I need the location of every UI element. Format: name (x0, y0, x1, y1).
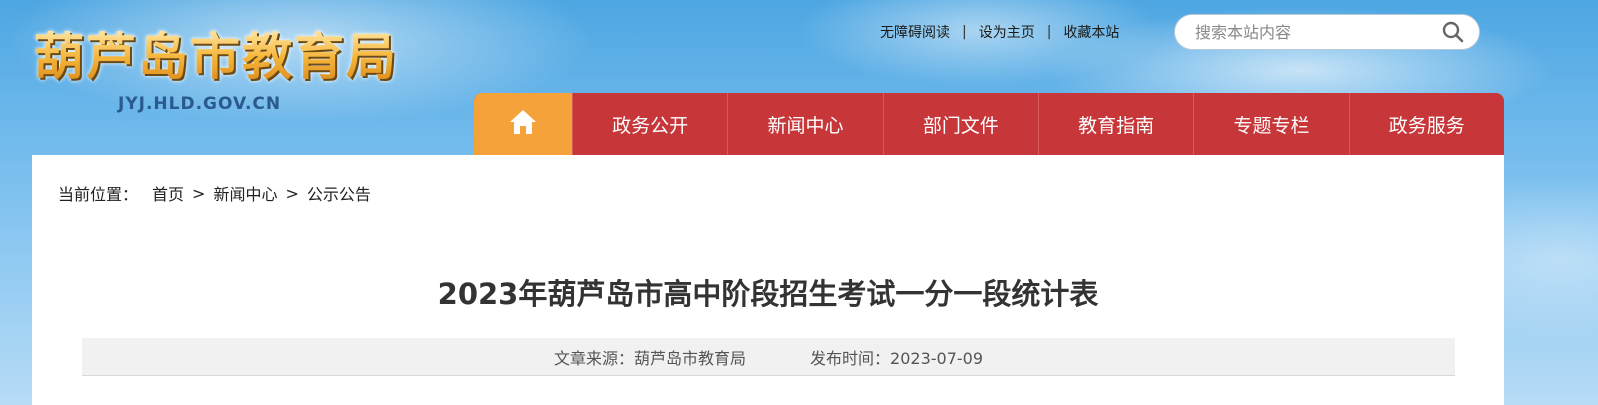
accessibility-link[interactable]: 无障碍阅读 (880, 22, 950, 42)
separator: | (962, 24, 967, 40)
date-value: 2023-07-09 (890, 348, 984, 368)
source-value: 葫芦岛市教育局 (634, 348, 747, 368)
source-label: 文章来源： (553, 348, 634, 368)
logo-domain: JYJ.HLD.GOV.CN (118, 94, 282, 114)
main-nav: 政务公开 新闻中心 部门文件 教育指南 专题专栏 政务服务 (474, 93, 1504, 155)
nav-item-news-center[interactable]: 新闻中心 (727, 93, 882, 155)
nav-item-special-topics[interactable]: 专题专栏 (1193, 93, 1348, 155)
breadcrumb: 当前位置： 首页 > 新闻中心 > 公示公告 (58, 181, 371, 205)
article-date: 发布时间：2023-07-09 (810, 345, 983, 369)
nav-item-government-services[interactable]: 政务服务 (1348, 93, 1504, 155)
nav-item-government-affairs[interactable]: 政务公开 (572, 93, 727, 155)
search-input[interactable] (1195, 22, 1441, 42)
home-icon (508, 108, 538, 140)
nav-item-education-guide[interactable]: 教育指南 (1037, 93, 1193, 155)
breadcrumb-separator: > (192, 183, 206, 203)
breadcrumb-home[interactable]: 首页 (152, 181, 184, 205)
article-title: 2023年葫芦岛市高中阶段招生考试一分一段统计表 (437, 277, 1099, 311)
article-source: 文章来源：葫芦岛市教育局 (554, 345, 746, 369)
content-panel: 当前位置： 首页 > 新闻中心 > 公示公告 2023年葫芦岛市高中阶段招生考试… (32, 155, 1504, 405)
article-meta: 文章来源：葫芦岛市教育局 发布时间：2023-07-09 (82, 338, 1455, 376)
search-box (1174, 14, 1480, 50)
date-label: 发布时间： (810, 348, 891, 368)
breadcrumb-separator: > (285, 183, 299, 203)
nav-home-button[interactable] (474, 93, 572, 155)
separator: | (1046, 24, 1052, 40)
breadcrumb-news-center[interactable]: 新闻中心 (213, 181, 277, 205)
breadcrumb-label: 当前位置： (58, 185, 139, 204)
site-logo[interactable]: 葫芦岛市教育局 JYJ.HLD.GOV.CN (34, 28, 414, 115)
bookmark-link[interactable]: 收藏本站 (1063, 22, 1119, 42)
logo-title: 葫芦岛市教育局 (34, 28, 414, 86)
nav-item-department-files[interactable]: 部门文件 (882, 93, 1038, 155)
set-homepage-link[interactable]: 设为主页 (979, 22, 1035, 42)
top-links: 无障碍阅读 | 设为主页 | 收藏本站 (880, 22, 1119, 42)
breadcrumb-announcements[interactable]: 公示公告 (307, 181, 371, 205)
search-icon[interactable] (1441, 20, 1465, 44)
